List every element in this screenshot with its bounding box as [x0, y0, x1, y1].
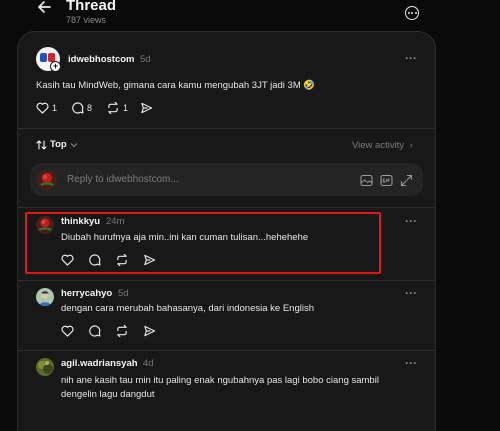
- image-icon[interactable]: [360, 174, 373, 187]
- view-activity-label: View activity: [352, 140, 405, 151]
- share-icon: [143, 325, 156, 337]
- comment-text-line1: nih ane kasih tau min itu paling enak ng…: [61, 375, 379, 386]
- repost-icon: [115, 325, 129, 337]
- page-title: Thread: [66, 0, 117, 14]
- comment-time: 4d: [143, 358, 154, 369]
- like-button[interactable]: [61, 325, 74, 337]
- chevron-down-icon: [70, 142, 78, 148]
- comment-text-line2: dengelin lagu dangdut: [61, 389, 155, 400]
- back-arrow-icon[interactable]: [34, 0, 58, 16]
- divider: [17, 350, 436, 351]
- more-options-icon[interactable]: ···: [405, 214, 417, 228]
- post-username[interactable]: idwebhostcom: [68, 54, 135, 65]
- repost-icon: [106, 102, 120, 114]
- comment-icon: [71, 102, 84, 114]
- gif-icon[interactable]: [380, 174, 393, 187]
- post-text: Kasih tau MindWeb, gimana cara kamu meng…: [36, 80, 316, 91]
- divider: [17, 128, 436, 129]
- more-options-icon[interactable]: ···: [405, 286, 417, 300]
- comment-text: dengan cara merubah bahasanya, dari indo…: [61, 303, 314, 314]
- divider: [17, 207, 436, 208]
- heart-icon: [61, 325, 74, 337]
- share-button[interactable]: [140, 102, 153, 114]
- divider: [17, 280, 436, 281]
- view-activity-link[interactable]: View activity ›: [352, 140, 413, 151]
- comment-username[interactable]: agil.wadriansyah: [61, 358, 138, 369]
- reply-input[interactable]: Reply to idwebhostcom...: [67, 174, 179, 185]
- avatar[interactable]: [36, 288, 54, 306]
- comment-button[interactable]: [88, 325, 101, 337]
- comment-time: 5d: [118, 288, 129, 299]
- user-avatar: [37, 170, 57, 190]
- comment-button[interactable]: 8: [71, 102, 92, 114]
- like-count: 1: [52, 103, 58, 113]
- more-options-icon[interactable]: ···: [405, 356, 417, 370]
- comment-username[interactable]: herrycahyo: [61, 288, 112, 299]
- sort-icon: [36, 139, 47, 150]
- chevron-right-icon: ›: [409, 140, 413, 151]
- sort-label: Top: [50, 139, 67, 150]
- repost-button[interactable]: 1: [106, 102, 128, 114]
- share-icon: [140, 102, 153, 114]
- view-count: 787 views: [66, 15, 107, 25]
- avatar[interactable]: [36, 358, 54, 376]
- comment-count: 8: [87, 103, 93, 113]
- share-button[interactable]: [143, 325, 156, 337]
- like-button[interactable]: 1: [36, 102, 57, 114]
- highlight-box: [25, 212, 381, 274]
- more-options-icon[interactable]: ···: [405, 51, 417, 65]
- expand-icon[interactable]: [400, 174, 413, 187]
- post-time: 5d: [140, 54, 151, 65]
- sort-dropdown[interactable]: Top: [36, 139, 78, 150]
- more-circle-icon[interactable]: [405, 6, 419, 20]
- heart-icon: [36, 102, 49, 114]
- comment-icon: [88, 325, 101, 337]
- avatar[interactable]: +: [36, 47, 61, 72]
- repost-button[interactable]: [115, 325, 129, 337]
- repost-count: 1: [123, 103, 129, 113]
